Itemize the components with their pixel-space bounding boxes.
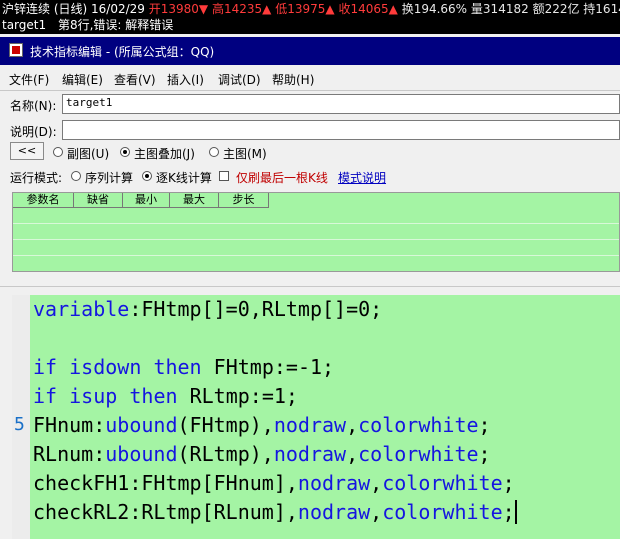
window-title: 技术指标编辑 - (所属公式组：QQ) bbox=[30, 45, 215, 59]
radio-series-calc[interactable] bbox=[71, 171, 81, 181]
parameter-table-header: 参数名 缺省 最小 最大 步长 bbox=[13, 193, 619, 208]
editor-gutter: 5 bbox=[12, 295, 30, 539]
code-line-5: FHnum:ubound(FHtmp),nodraw,colorwhite; bbox=[33, 413, 491, 437]
name-field[interactable]: target1 bbox=[62, 94, 620, 114]
radio-sub-chart[interactable] bbox=[53, 147, 63, 157]
open-interest: 持161404 bbox=[583, 2, 620, 16]
radio-per-bar-calc-label: 逐K线计算 bbox=[156, 171, 212, 185]
line-marker: 5 bbox=[14, 414, 25, 435]
code-line-7: checkFH1:FHtmp[FHnum],nodraw,colorwhite; bbox=[33, 471, 515, 495]
last-bar-label: 仅刷最后一根K线 bbox=[236, 171, 328, 185]
radio-main-chart[interactable] bbox=[209, 147, 219, 157]
col-min[interactable]: 最小 bbox=[123, 193, 170, 208]
menu-insert[interactable]: 插入(I) bbox=[167, 71, 204, 88]
divider bbox=[0, 286, 620, 287]
description-label: 说明(D): bbox=[10, 125, 57, 139]
parameter-table: 参数名 缺省 最小 最大 步长 bbox=[12, 192, 620, 272]
code-line-8: checkRL2:RLtmp[RLnum],nodraw,colorwhite; bbox=[33, 500, 517, 524]
menu-edit[interactable]: 编辑(E) bbox=[62, 71, 103, 88]
radio-main-overlay-label: 主图叠加(J) bbox=[134, 147, 195, 161]
grid-line bbox=[13, 239, 619, 240]
radio-per-bar-calc[interactable] bbox=[142, 171, 152, 181]
open-price: 开13980▼ bbox=[148, 2, 209, 16]
col-param-name[interactable]: 参数名 bbox=[13, 193, 74, 208]
col-step[interactable]: 步长 bbox=[219, 193, 269, 208]
code-line-4: if isup then RLtmp:=1; bbox=[33, 384, 298, 408]
grid-line bbox=[13, 223, 619, 224]
menu-view[interactable]: 查看(V) bbox=[114, 71, 156, 88]
instrument-name: 沪锌连续 (日线) bbox=[2, 2, 88, 16]
menu-debug[interactable]: 调试(D) bbox=[218, 71, 261, 88]
col-max[interactable]: 最大 bbox=[170, 193, 219, 208]
app-icon bbox=[9, 43, 23, 57]
quote-date: 16/02/29 bbox=[91, 2, 145, 16]
col-default[interactable]: 缺省 bbox=[74, 193, 123, 208]
volume: 量314182 bbox=[470, 2, 529, 16]
code-editor[interactable]: variable:FHtmp[]=0,RLtmp[]=0; if isdown … bbox=[30, 295, 620, 539]
description-field[interactable] bbox=[62, 120, 620, 140]
formula-name: target1 bbox=[2, 18, 47, 32]
close-price: 收14065▲ bbox=[338, 2, 398, 16]
code-line-6: RLnum:ubound(RLtmp),nodraw,colorwhite; bbox=[33, 442, 491, 466]
code-line-1: variable:FHtmp[]=0,RLtmp[]=0; bbox=[33, 297, 383, 321]
divider bbox=[0, 90, 620, 91]
menu-help[interactable]: 帮助(H) bbox=[272, 71, 314, 88]
turnover: 换194.66% bbox=[401, 2, 468, 16]
amount: 额222亿 bbox=[532, 2, 580, 16]
collapse-button[interactable]: << bbox=[10, 142, 44, 160]
high-price: 高14235▲ bbox=[211, 2, 272, 16]
menu-bar: 文件(F) 编辑(E) 查看(V) 插入(I) 调试(D) 帮助(H) bbox=[0, 67, 620, 89]
grid-line bbox=[13, 255, 619, 256]
quote-line-2: target1 第8行,错误: 解释错误 bbox=[2, 17, 173, 33]
last-bar-checkbox[interactable] bbox=[219, 171, 229, 181]
name-label: 名称(N): bbox=[10, 99, 57, 113]
menu-file[interactable]: 文件(F) bbox=[9, 71, 49, 88]
radio-sub-chart-label: 副图(U) bbox=[67, 147, 110, 161]
quote-line-1: 沪锌连续 (日线) 16/02/29 开13980▼ 高14235▲ 低1397… bbox=[2, 1, 620, 17]
mode-help-link[interactable]: 模式说明 bbox=[338, 169, 386, 186]
radio-series-calc-label: 序列计算 bbox=[85, 171, 134, 185]
run-mode-label: 运行模式: bbox=[10, 171, 63, 185]
error-status: 第8行,错误: 解释错误 bbox=[57, 18, 174, 32]
radio-main-chart-label: 主图(M) bbox=[223, 147, 267, 161]
radio-main-overlay[interactable] bbox=[120, 147, 130, 157]
code-line-3: if isdown then FHtmp:=-1; bbox=[33, 355, 335, 379]
quote-ticker: 沪锌连续 (日线) 16/02/29 开13980▼ 高14235▲ 低1397… bbox=[0, 0, 620, 34]
text-caret bbox=[514, 500, 517, 524]
window-titlebar[interactable]: 技术指标编辑 - (所属公式组：QQ) bbox=[0, 37, 620, 65]
low-price: 低13975▲ bbox=[275, 2, 335, 16]
